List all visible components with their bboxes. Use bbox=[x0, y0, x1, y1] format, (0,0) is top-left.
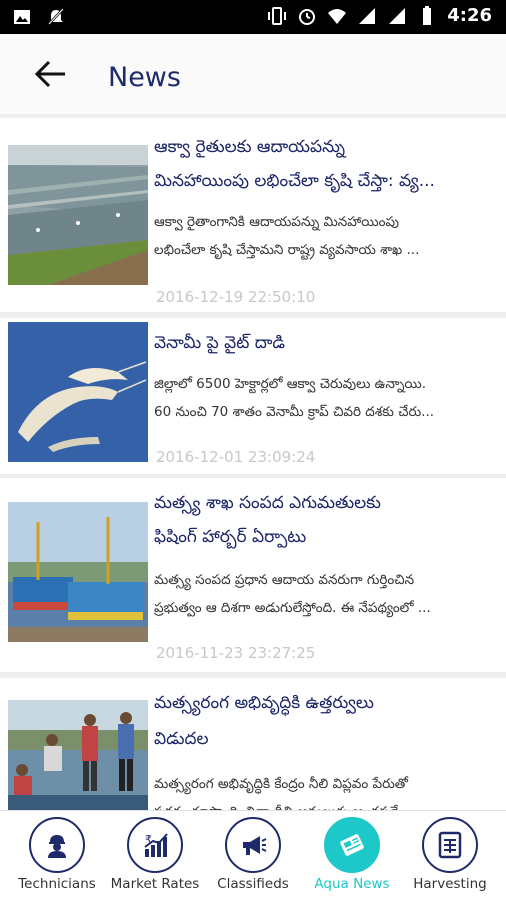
nav-label: Market Rates bbox=[110, 876, 200, 892]
news-description: జిల్లాలో 6500 హెక్టార్లలో ఆక్వా చెరువులు… bbox=[154, 376, 427, 392]
news-title: విడుదల bbox=[154, 729, 209, 749]
status-time: 4:26 bbox=[447, 5, 492, 26]
aqua-ponds-image bbox=[8, 145, 148, 285]
news-list[interactable]: ఆక్వా రైతులకు ఆదాయపన్ను మినహాయింపు లభించ… bbox=[0, 114, 506, 810]
nav-label: Harvesting bbox=[413, 876, 487, 892]
shrimp-image bbox=[8, 322, 148, 462]
news-description: ప్రభుత్వం ఆ దిశగా అడుగులేస్తోంది. ఈ నేపథ… bbox=[154, 600, 431, 616]
vibrate-icon bbox=[268, 6, 287, 25]
news-card[interactable]: ఆక్వా రైతులకు ఆదాయపన్ను మినహాయింపు లభించ… bbox=[0, 118, 506, 312]
nav-label: Aqua News bbox=[314, 876, 390, 892]
news-description: పథకం రూపొందించినా దీని అమలుకు ఆంధ్రప్రదే… bbox=[154, 798, 488, 810]
news-card[interactable]: వెనామీ పై వైట్ దాడి జిల్లాలో 6500 హెక్టా… bbox=[0, 318, 506, 474]
news-date: 2016-12-19 22:50:10 bbox=[156, 288, 316, 306]
nav-technicians[interactable]: Technicians bbox=[7, 811, 107, 900]
page-title: News bbox=[108, 62, 181, 93]
nav-icon-circle bbox=[29, 817, 85, 873]
status-bar: 4:26 bbox=[0, 0, 506, 34]
nav-icon-circle: ₹ bbox=[127, 817, 183, 873]
megaphone-icon bbox=[243, 836, 267, 855]
market-rates-icon: ₹ bbox=[144, 833, 168, 857]
signal-icon bbox=[389, 7, 406, 24]
nav-market-rates[interactable]: ₹ Market Rates bbox=[105, 811, 205, 900]
back-button[interactable] bbox=[30, 56, 70, 92]
news-card[interactable]: మత్స్యరంగ అభివృద్ధికి ఉత్తర్వులు విడుదల … bbox=[0, 678, 506, 810]
news-title: మినహాయింపు లభించేలా కృషి చేస్తా: వ్య... bbox=[154, 171, 435, 191]
harvesting-icon bbox=[438, 831, 462, 859]
news-description: ఆక్వా రైతాంగానికి ఆదాయపన్ను మినహాయింపు bbox=[154, 214, 399, 230]
nav-classifieds[interactable]: Classifieds bbox=[203, 811, 303, 900]
nav-icon-circle bbox=[324, 817, 380, 873]
news-description: లభించేలా కృషి చేస్తామని రాష్ట్ర వ్యవసాయ … bbox=[154, 242, 420, 258]
nav-icon-circle bbox=[422, 817, 478, 873]
alarm-icon bbox=[299, 8, 316, 25]
news-description: 60 నుంచి 70 శాతం వెనామీ క్రాప్ చివరి దశక… bbox=[154, 404, 435, 420]
battery-icon bbox=[423, 5, 432, 25]
wifi-icon bbox=[328, 8, 347, 24]
image-icon bbox=[14, 10, 30, 24]
app-bar: News bbox=[0, 34, 506, 114]
fishing-boats-image bbox=[8, 502, 148, 642]
news-card[interactable]: మత్స్య శాఖ సంపద ఎగుమతులకు ఫిషింగ్ హార్బర… bbox=[0, 478, 506, 672]
news-title: ఫిషింగ్ హార్బర్ ఏర్పాటు bbox=[154, 527, 307, 547]
nav-label: Classifieds bbox=[217, 876, 289, 892]
technician-icon bbox=[48, 835, 66, 858]
news-date: 2016-12-01 23:09:24 bbox=[156, 448, 316, 466]
nav-aqua-news[interactable]: Aqua News bbox=[302, 811, 402, 900]
news-date: 2016-11-23 23:27:25 bbox=[156, 644, 316, 662]
signal-icon bbox=[359, 7, 376, 24]
news-title: ఆక్వా రైతులకు ఆదాయపన్ను bbox=[154, 137, 346, 157]
nav-harvesting[interactable]: Harvesting bbox=[400, 811, 500, 900]
arrow-back-icon bbox=[34, 60, 65, 88]
news-description: మత్స్యరంగ అభివృద్ధికి కేంద్రం నీలి విప్ల… bbox=[154, 776, 408, 792]
news-title: మత్స్య శాఖ సంపద ఎగుమతులకు bbox=[154, 493, 381, 513]
newspaper-icon bbox=[340, 834, 364, 856]
bottom-navigation: Technicians ₹ Market Rates Classifieds A… bbox=[0, 810, 506, 900]
news-title: వెనామీ పై వైట్ దాడి bbox=[154, 333, 285, 353]
notifications-off-icon bbox=[48, 8, 64, 25]
news-description: మత్స్య సంపద ప్రధాన ఆదాయ వనరుగా గుర్తించి… bbox=[154, 572, 415, 588]
nav-label: Technicians bbox=[18, 876, 96, 892]
nav-icon-circle bbox=[225, 817, 281, 873]
news-title: మత్స్యరంగ అభివృద్ధికి ఉత్తర్వులు bbox=[154, 693, 374, 713]
fish-workers-image bbox=[8, 700, 148, 810]
